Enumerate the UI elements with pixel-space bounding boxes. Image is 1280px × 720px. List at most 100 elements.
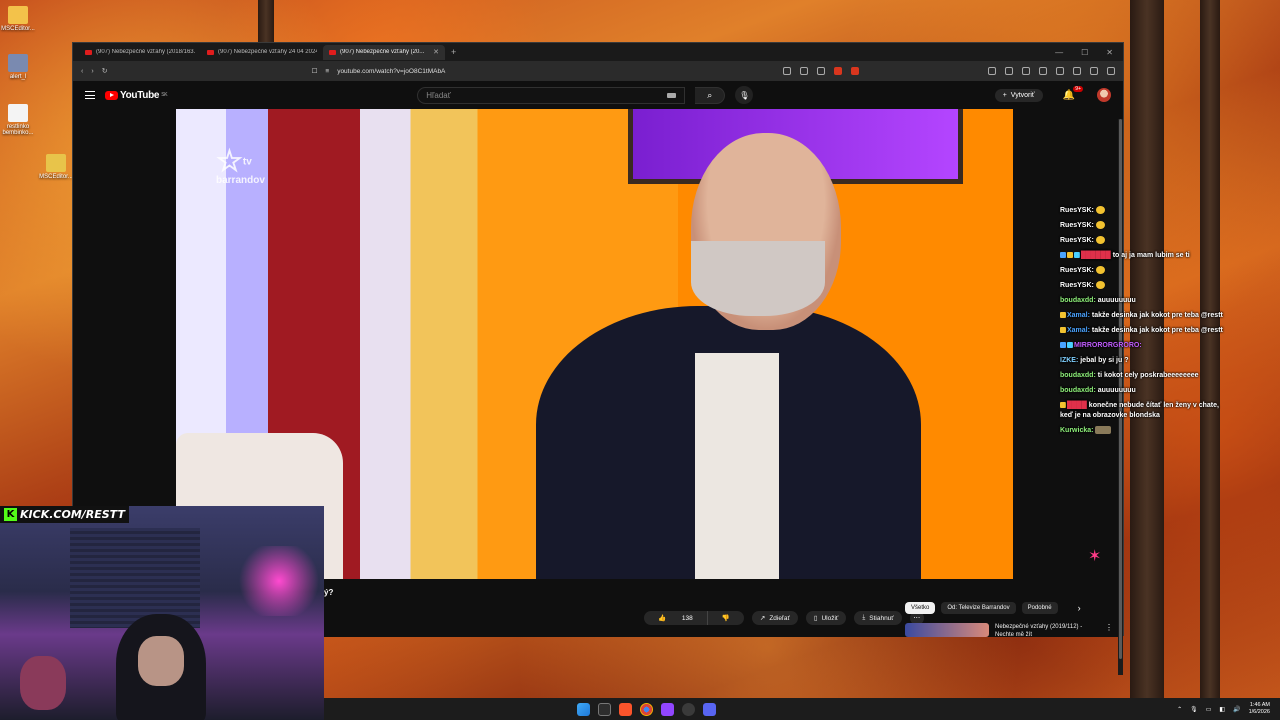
desktop-icon-folder[interactable]: MSCEditor... (0, 6, 40, 32)
chip-from-channel[interactable]: Od: Televize Barrandov (941, 602, 1016, 614)
chat-user: RuesYSK: (1060, 207, 1094, 214)
desktop-icon-app[interactable]: alert_l (0, 54, 40, 80)
star-icon: ☆ (216, 145, 243, 178)
tab-search-icon[interactable] (1039, 67, 1047, 75)
brave-icon[interactable] (619, 702, 632, 716)
chat-overlay: RuesYSK: RuesYSK: RuesYSK: ██████ to aj … (1060, 206, 1230, 441)
search-button[interactable]: ⌕ (695, 86, 726, 104)
video-thumbnail[interactable] (905, 623, 989, 637)
recommended-video[interactable]: Nebezpečné vzťahy (2019/112) - Nechte mě… (905, 623, 1113, 639)
browser-tab-active[interactable]: (907) Nebezpečné vzťahy (20... ✕ (323, 44, 445, 60)
tab-label: (907) Nebezpečné vzťahy (20... (340, 49, 425, 55)
download-icon: ⤓ (862, 614, 866, 621)
kick-channel-label: KICK.COM/RESTT (20, 508, 125, 521)
create-button[interactable]: + Vytvoriť (994, 88, 1043, 102)
avatar[interactable] (1097, 88, 1111, 102)
like-button[interactable]: 👍 138 (644, 611, 707, 625)
leo-icon[interactable] (1090, 67, 1098, 75)
vpn-icon[interactable] (1073, 67, 1081, 75)
plush-mascot (20, 656, 66, 710)
window-controls: — ☐ ✕ (1055, 48, 1123, 57)
moderator-badge-icon (1060, 342, 1066, 349)
windows-start-icon[interactable] (577, 702, 590, 716)
translate-icon[interactable] (800, 67, 808, 75)
emote-icon (1095, 206, 1105, 215)
clock-date: 1/6/2026 (1248, 709, 1270, 715)
twitch-icon[interactable] (661, 702, 674, 716)
media-icon[interactable] (1022, 67, 1030, 75)
tab-label: (907) Nebezpečné vzťahy 24 04 2024... (218, 49, 317, 55)
chrome-icon[interactable] (640, 702, 653, 716)
browser-tab[interactable]: (907) Nebezpečné vzťahy 24 04 2024... (201, 45, 323, 60)
menu-icon[interactable] (1107, 67, 1115, 75)
chat-text: takže desinka jak kokot pre teba @restt (1091, 312, 1223, 319)
rewards-icon[interactable] (851, 67, 859, 75)
keyboard-icon[interactable] (667, 92, 677, 98)
subscriber-badge-icon (1067, 252, 1073, 259)
download-button[interactable]: ⤓ Stiahnuť (854, 611, 902, 625)
channel-logo-text: barrandov (216, 175, 265, 186)
microphone-icon[interactable]: 🎙 (1190, 706, 1198, 713)
chat-message: ████ konečne nebude čítať len ženy v cha… (1060, 401, 1230, 421)
obs-icon[interactable] (682, 702, 695, 716)
minimize-icon[interactable]: — (1055, 48, 1063, 57)
wallet-icon[interactable] (1056, 67, 1064, 75)
chat-text: to aj ja mam lubim se ti (1112, 252, 1190, 259)
browser-tab[interactable]: (907) Nebezpečné vzťahy (2018/163... (79, 45, 201, 60)
chevron-right-icon[interactable]: › (1078, 603, 1081, 613)
brave-shield-icon[interactable] (834, 67, 842, 75)
like-dislike-group: 👍 138 👎 (644, 611, 744, 625)
tree-trunk (258, 0, 274, 42)
discord-icon[interactable] (703, 702, 716, 716)
new-tab-button[interactable]: + (451, 47, 456, 57)
maximize-icon[interactable]: ☐ (1081, 48, 1088, 57)
save-button[interactable]: ▯ Uložiť (805, 611, 847, 625)
country-code: SK (161, 92, 168, 98)
pink-light (234, 546, 324, 616)
search-placeholder: Hľadať (426, 90, 451, 100)
chat-user: RuesYSK: (1060, 282, 1094, 289)
extensions-icon[interactable] (988, 67, 996, 75)
sidebar-icon[interactable] (1005, 67, 1013, 75)
address-bar[interactable]: ☐ ≡ youtube.com/watch?v=joO8C1tMAbA (306, 64, 775, 79)
chat-message: RuesYSK: (1060, 236, 1230, 246)
back-icon[interactable]: ‹ (81, 68, 83, 75)
network-icon[interactable]: ◧ (1219, 706, 1225, 713)
app-icon (8, 54, 28, 72)
bookmark-icon[interactable]: ☐ (312, 67, 318, 75)
desktop-icon-label: alert_l (9, 74, 27, 80)
chip-related[interactable]: Podobné (1021, 602, 1058, 614)
search-input[interactable]: Hľadať (417, 86, 686, 104)
chat-user: Xamal: (1067, 312, 1090, 319)
chat-user: Xamal: (1067, 327, 1090, 334)
monitor-icon[interactable]: ▭ (1206, 706, 1212, 713)
chat-user: boudaxdd: (1060, 372, 1096, 379)
video-title: ý? (324, 588, 334, 597)
chat-user: boudaxdd: (1060, 297, 1096, 304)
folder-icon (8, 6, 28, 24)
chat-user: Kurwicka: (1060, 427, 1094, 434)
clock[interactable]: 1:46 AM 1/6/2026 (1249, 702, 1270, 716)
kebab-menu-icon[interactable]: ⋮ (1105, 623, 1113, 639)
voice-search-button[interactable]: 🎙 (735, 86, 754, 104)
share-button[interactable]: ↗ Zdieľať (751, 611, 798, 625)
chevron-up-icon[interactable]: ⌃ (1177, 706, 1182, 713)
cast-icon[interactable] (783, 67, 791, 75)
chip-all[interactable]: Všetko (905, 602, 936, 614)
share-arrow-icon: ↗ (759, 615, 766, 622)
xbox-icon[interactable] (598, 702, 611, 716)
close-tab-icon[interactable]: ✕ (433, 48, 439, 56)
hamburger-menu-icon[interactable] (85, 91, 95, 99)
share-icon[interactable] (817, 67, 825, 75)
recommended-title[interactable]: Nebezpečné vzťahy (2019/112) - Nechte mě… (995, 623, 1099, 639)
forward-icon[interactable]: › (91, 68, 93, 75)
dislike-button[interactable]: 👎 (706, 611, 744, 625)
close-icon[interactable]: ✕ (1106, 48, 1113, 57)
volume-icon[interactable]: 🔊 (1233, 706, 1240, 713)
emote-icon (1095, 236, 1105, 245)
site-info-icon[interactable]: ≡ (325, 68, 329, 75)
desktop-icon-file[interactable]: restlinko bembinko... (0, 104, 40, 136)
youtube-logo[interactable]: YouTube SK (105, 90, 168, 101)
notifications-button[interactable]: 🔔 9+ (1063, 85, 1083, 101)
reload-icon[interactable]: ↻ (102, 67, 108, 75)
